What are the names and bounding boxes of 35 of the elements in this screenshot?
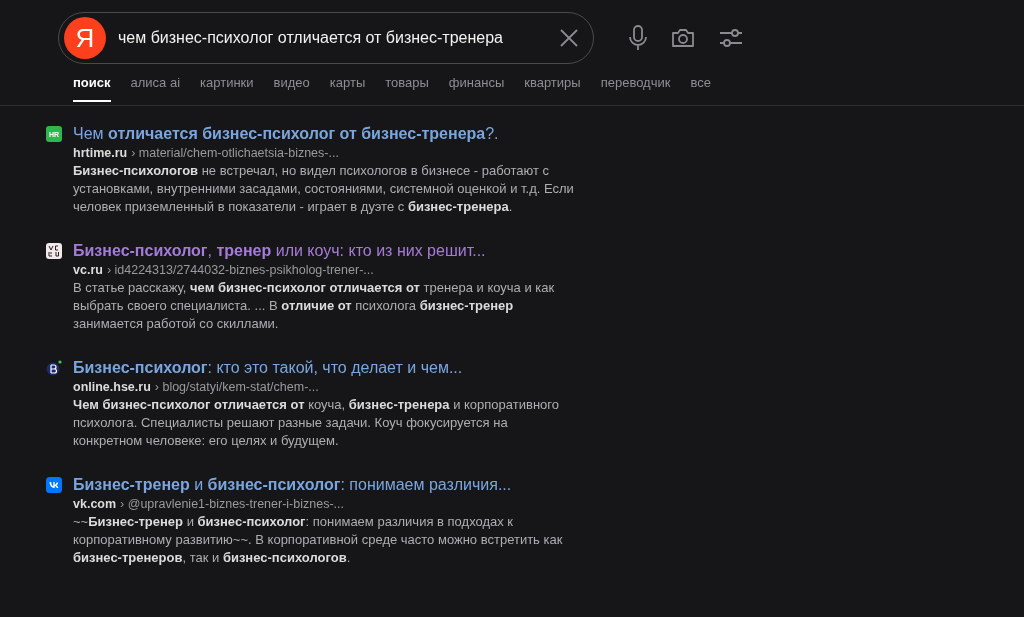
settings-icon[interactable]	[718, 26, 744, 50]
site-icon	[46, 477, 62, 493]
url-path[interactable]: › id4224313/2744032-biznes-psikholog-trener-...	[106, 261, 374, 279]
result-snippet: ~~Бизнес-тренер и бизнес-психолог: понимаем различия в подходах к корпоративному развитию~~. В корпоративной среде часто можно встретить как бизнес-тренеров, так и бизнес-психологов.	[73, 513, 564, 567]
site-icon	[46, 243, 62, 259]
url-path[interactable]: › blog/statyi/kem-stat/chem-...	[154, 378, 319, 396]
result-snippet: Бизнес-психологов не встречал, но видел психологов в бизнесе - работают с установками, внутренними засадами, состояниями, системной оценкой и т.д. Если человек приземленный в показатели - играет в дуэте с бизнес-тренера.	[73, 162, 575, 216]
tab[interactable]: финансы	[448, 75, 505, 102]
camera-icon[interactable]	[670, 26, 696, 50]
result-title-link[interactable]: Бизнес-тренер и бизнес-психолог: понимаем различия...	[73, 474, 578, 495]
tab[interactable]: товары	[385, 75, 429, 102]
microphone-icon[interactable]	[628, 25, 648, 51]
result-snippet: В статье расскажу, чем бизнес-психолог отличается от тренера и коуча и как выбрать своего специалиста. ... В отличие от психолога бизнес-тренер занимается работой со скиллами.	[73, 279, 556, 333]
tab[interactable]: поиск	[73, 75, 111, 102]
tab[interactable]: картинки	[200, 75, 254, 102]
url-path[interactable]: › material/chem-otlichaetsia-biznes-...	[131, 144, 339, 162]
tab[interactable]: переводчик	[600, 75, 671, 102]
site-domain[interactable]: vc.ru	[73, 261, 103, 279]
site-domain[interactable]: hrtime.ru	[73, 144, 128, 162]
url-path[interactable]: › @upravlenie1-biznes-trener-i-biznes-...	[120, 495, 344, 513]
result-snippet: Чем бизнес-психолог отличается от коуча, бизнес-тренера и корпоративного психолога. Специалисты решают разные задачи. Коуч фокусируется на конкретном человеке: его целях и будущем.	[73, 396, 560, 450]
search-query[interactable]: чем бизнес-психолог отличается от бизнес-тренера	[118, 29, 551, 47]
result-title-link[interactable]: Чем отличается бизнес-психолог от бизнес-тренера?.	[73, 123, 578, 144]
logo-icon[interactable]: Я	[64, 17, 106, 59]
tab[interactable]: видео	[273, 75, 310, 102]
tab[interactable]: квартиры	[524, 75, 581, 102]
site-domain[interactable]: online.hse.ru	[73, 378, 151, 396]
result-title-link[interactable]: Бизнес-психолог: кто это такой, что делает и чем...	[73, 357, 578, 378]
tab[interactable]: карты	[329, 75, 366, 102]
result-title-link[interactable]: Бизнес-психолог, тренер или коуч: кто из них решит...	[73, 240, 578, 261]
site-icon	[46, 360, 62, 376]
close-icon[interactable]	[559, 28, 579, 48]
tab[interactable]: алиса ai	[130, 75, 181, 102]
tab[interactable]: все	[690, 75, 711, 102]
site-domain[interactable]: vk.com	[73, 495, 117, 513]
